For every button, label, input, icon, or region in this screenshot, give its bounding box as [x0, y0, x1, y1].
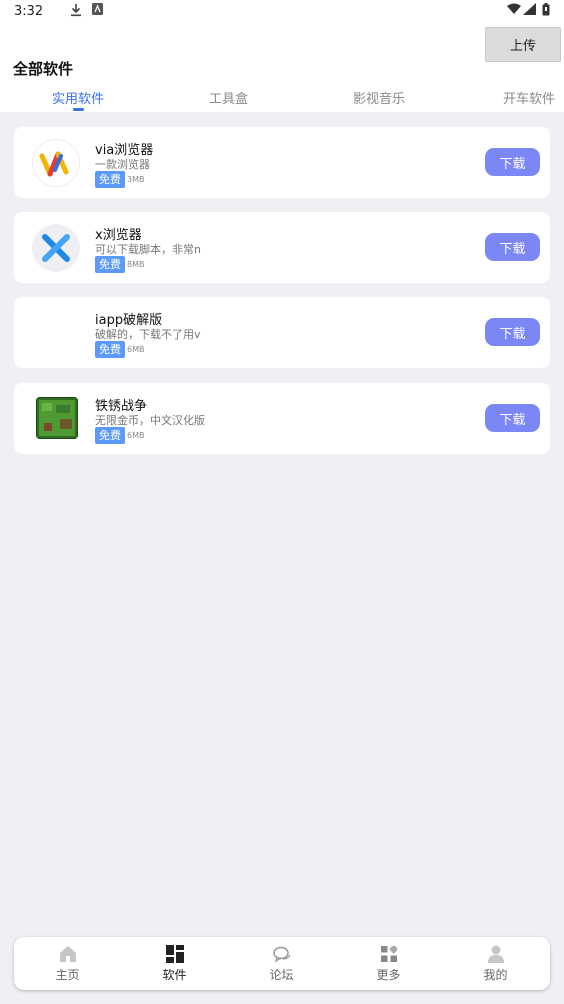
- page-title: 全部软件: [13, 60, 74, 78]
- nav-profile[interactable]: 我的: [442, 937, 549, 990]
- x-browser-icon: [32, 224, 80, 272]
- rusted-warfare-icon: [36, 397, 78, 439]
- wifi-icon: [507, 3, 521, 18]
- upload-button[interactable]: 上传: [485, 27, 561, 62]
- app-size: 3MB: [127, 175, 145, 184]
- chat-icon: [272, 945, 291, 963]
- app-card-rusted-warfare[interactable]: 铁锈战争 无限金币，中文汉化版 免费 6MB 下载: [14, 383, 550, 454]
- status-bar: 3:32: [0, 0, 564, 24]
- header: 上传 全部软件 实用软件 工具盒 影视音乐 开车软件: [0, 24, 564, 112]
- nav-label: 我的: [483, 968, 508, 982]
- download-button[interactable]: 下载: [485, 404, 540, 432]
- app-description: 一款浏览器: [95, 158, 150, 171]
- tab-utility-software[interactable]: 实用软件: [52, 88, 104, 107]
- app-size: 8MB: [127, 260, 145, 269]
- nav-label: 软件: [162, 968, 187, 982]
- download-notification-icon: [70, 3, 82, 20]
- app-card-via-browser[interactable]: via浏览器 一款浏览器 免费 3MB 下载: [14, 127, 550, 198]
- nav-forum[interactable]: 论坛: [228, 937, 335, 990]
- download-button[interactable]: 下载: [485, 233, 540, 261]
- person-icon: [487, 945, 505, 963]
- apps-grid-icon: [165, 945, 184, 963]
- download-button[interactable]: 下载: [485, 148, 540, 176]
- app-notification-icon: [92, 3, 103, 18]
- active-tab-indicator: [73, 108, 84, 111]
- free-badge: 免费: [95, 256, 125, 273]
- free-badge: 免费: [95, 171, 125, 188]
- download-button[interactable]: 下载: [485, 318, 540, 346]
- tab-video-music[interactable]: 影视音乐: [353, 88, 405, 107]
- via-browser-icon: [32, 139, 80, 187]
- battery-icon: [542, 3, 550, 19]
- nav-home[interactable]: 主页: [14, 937, 121, 990]
- free-badge: 免费: [95, 427, 125, 444]
- nav-label: 主页: [55, 968, 80, 982]
- bottom-navigation: 主页 软件 论坛 更多 我的: [14, 937, 550, 990]
- tab-driving-software[interactable]: 开车软件: [503, 88, 555, 107]
- app-card-iapp[interactable]: iapp破解版 破解的，下载不了用v 免费 6MB 下载: [14, 297, 550, 368]
- nav-software[interactable]: 软件: [121, 937, 228, 990]
- app-description: 无限金币，中文汉化版: [95, 414, 205, 427]
- app-size: 6MB: [127, 431, 145, 440]
- app-description: 可以下载脚本，非常n: [95, 243, 201, 256]
- nav-more[interactable]: 更多: [335, 937, 442, 990]
- app-card-x-browser[interactable]: x浏览器 可以下载脚本，非常n 免费 8MB 下载: [14, 212, 550, 283]
- blank-app-icon: [32, 309, 80, 357]
- more-grid-icon: [380, 945, 398, 963]
- nav-label: 更多: [376, 968, 401, 982]
- status-time: 3:32: [14, 4, 44, 19]
- free-badge: 免费: [95, 341, 125, 358]
- app-size: 6MB: [127, 345, 145, 354]
- app-description: 破解的，下载不了用v: [95, 328, 201, 341]
- home-icon: [59, 945, 77, 963]
- tab-toolbox[interactable]: 工具盒: [209, 88, 248, 107]
- signal-icon: [523, 3, 536, 18]
- nav-label: 论坛: [269, 968, 294, 982]
